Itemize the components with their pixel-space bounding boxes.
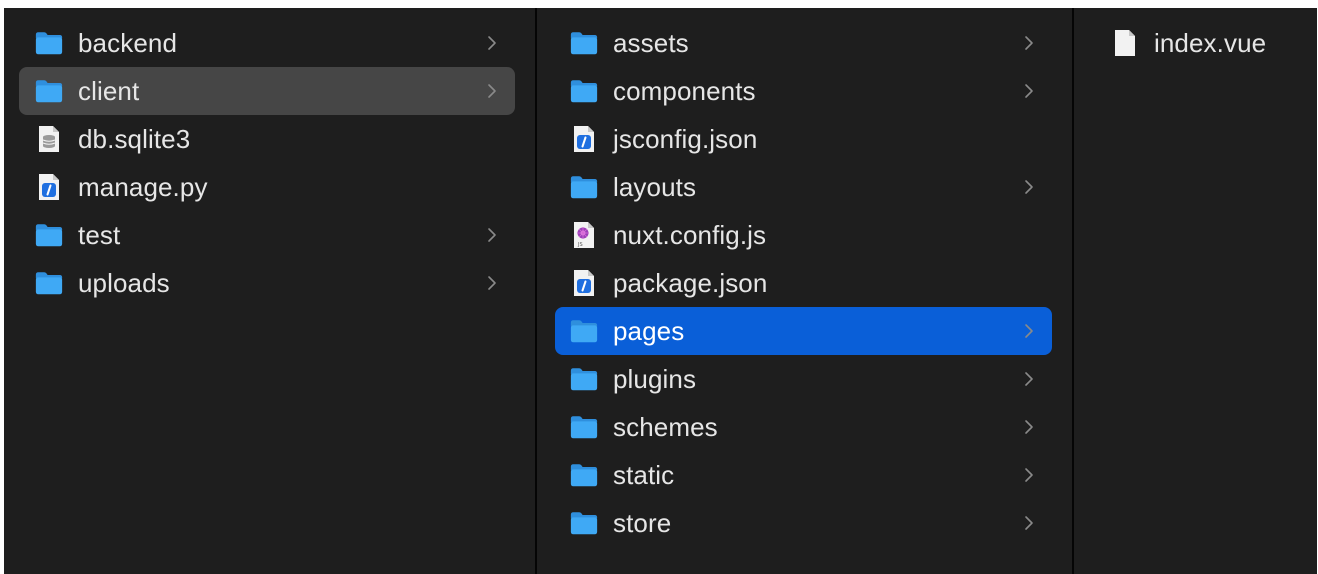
file-row-schemes[interactable]: schemes <box>555 403 1052 451</box>
file-row-pages[interactable]: pages <box>555 307 1052 355</box>
chevron-right-icon <box>1024 179 1034 195</box>
finder-column-browser: backend client db.sqlite3 manage.py test… <box>4 8 1317 574</box>
file-name: jsconfig.json <box>613 123 758 154</box>
file-row-backend[interactable]: backend <box>19 19 515 67</box>
file-name: backend <box>78 27 177 58</box>
file-row-db-sqlite3[interactable]: db.sqlite3 <box>19 115 515 163</box>
folder-icon <box>34 29 64 57</box>
folder-icon <box>569 365 599 393</box>
folder-icon <box>569 413 599 441</box>
chevron-right-icon <box>1024 515 1034 531</box>
folder-icon <box>34 77 64 105</box>
chevron-right-icon <box>487 227 497 243</box>
folder-icon <box>569 317 599 345</box>
file-row-package-json[interactable]: package.json <box>555 259 1052 307</box>
script-file-icon <box>569 269 599 297</box>
svg-text:JS: JS <box>577 242 583 248</box>
chevron-right-icon <box>1024 419 1034 435</box>
file-row-nuxt-config-js[interactable]: JS nuxt.config.js <box>555 211 1052 259</box>
file-row-index-vue[interactable]: index.vue <box>1092 19 1297 67</box>
file-name: store <box>613 507 672 538</box>
file-name: test <box>78 219 121 250</box>
file-name: layouts <box>613 171 697 202</box>
file-row-uploads[interactable]: uploads <box>19 259 515 307</box>
file-name: package.json <box>613 267 768 298</box>
chevron-right-icon <box>487 83 497 99</box>
file-name: schemes <box>613 411 718 442</box>
script-file-icon <box>569 125 599 153</box>
file-name: manage.py <box>78 171 208 202</box>
folder-icon <box>569 461 599 489</box>
file-row-components[interactable]: components <box>555 67 1052 115</box>
file-name: static <box>613 459 675 490</box>
file-name: assets <box>613 27 689 58</box>
file-row-test[interactable]: test <box>19 211 515 259</box>
chevron-right-icon <box>487 275 497 291</box>
folder-icon <box>569 29 599 57</box>
file-row-assets[interactable]: assets <box>555 19 1052 67</box>
file-name: uploads <box>78 267 170 298</box>
column-pages: index.vue <box>1074 8 1317 574</box>
file-row-layouts[interactable]: layouts <box>555 163 1052 211</box>
script-file-icon <box>34 173 64 201</box>
file-row-store[interactable]: store <box>555 499 1052 547</box>
chevron-right-icon <box>1024 83 1034 99</box>
file-name: nuxt.config.js <box>613 219 767 250</box>
database-file-icon <box>34 125 64 153</box>
chevron-right-icon <box>487 35 497 51</box>
file-name: plugins <box>613 363 697 394</box>
file-row-static[interactable]: static <box>555 451 1052 499</box>
folder-icon <box>34 221 64 249</box>
chevron-right-icon <box>1024 467 1034 483</box>
column-client: assets components jsconfig.json layouts … <box>537 8 1072 574</box>
file-name: pages <box>613 315 685 346</box>
chevron-right-icon <box>1024 323 1034 339</box>
folder-icon <box>34 269 64 297</box>
file-row-manage-py[interactable]: manage.py <box>19 163 515 211</box>
folder-icon <box>569 509 599 537</box>
file-row-client[interactable]: client <box>19 67 515 115</box>
column-root: backend client db.sqlite3 manage.py test… <box>4 8 535 574</box>
file-row-plugins[interactable]: plugins <box>555 355 1052 403</box>
file-row-jsconfig-json[interactable]: jsconfig.json <box>555 115 1052 163</box>
file-name: index.vue <box>1154 27 1267 58</box>
js-file-icon: JS <box>569 221 599 249</box>
chevron-right-icon <box>1024 371 1034 387</box>
document-icon <box>1110 29 1140 57</box>
file-name: client <box>78 75 140 106</box>
file-name: db.sqlite3 <box>78 123 191 154</box>
folder-icon <box>569 77 599 105</box>
chevron-right-icon <box>1024 35 1034 51</box>
folder-icon <box>569 173 599 201</box>
file-name: components <box>613 75 756 106</box>
